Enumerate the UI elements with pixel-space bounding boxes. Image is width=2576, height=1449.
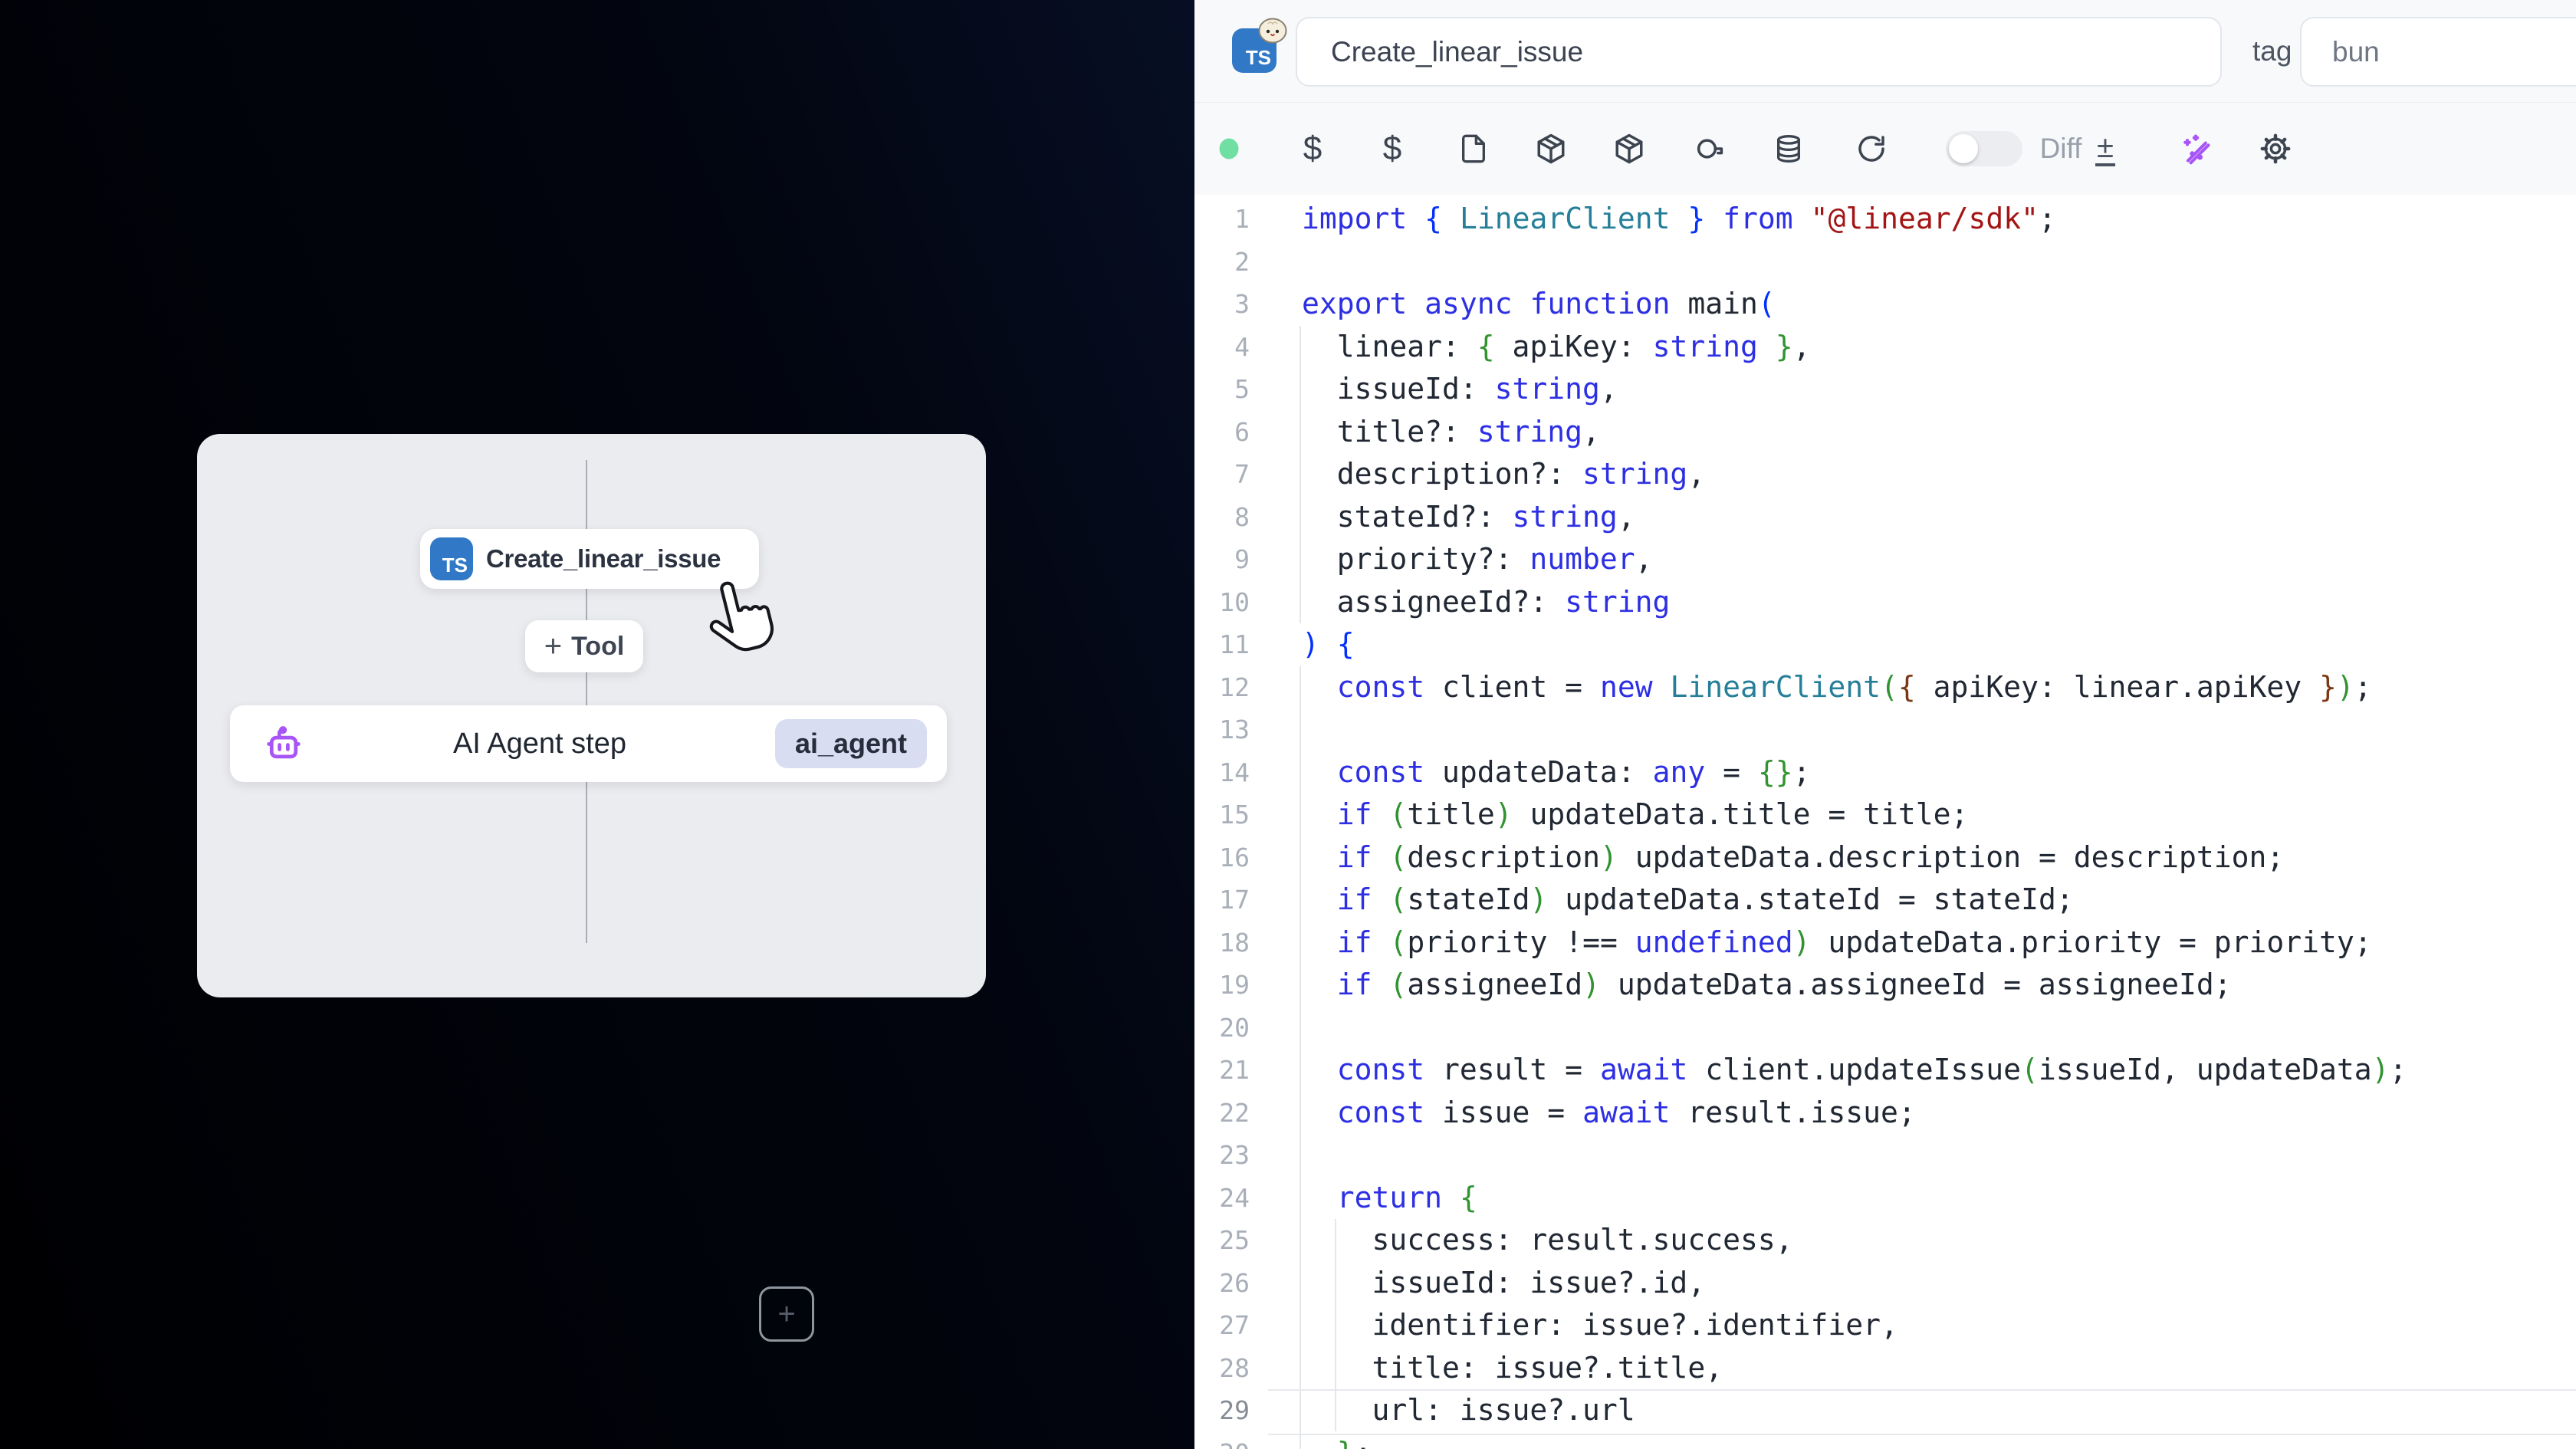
- workflow-canvas-card: TS Create_linear_issue + Tool AI Agent s…: [197, 434, 986, 997]
- code-line: 16 if (description) updateData.descripti…: [1194, 836, 2576, 879]
- code-line: 26 issueId: issue?.id,: [1194, 1262, 2576, 1305]
- script-editor-panel: TS tag $ $: [1194, 0, 2576, 1449]
- code-line: 8 stateId?: string,: [1194, 496, 2576, 539]
- line-number: 4: [1194, 326, 1250, 369]
- flow-node-label: Create_linear_issue: [486, 544, 721, 573]
- line-number: 27: [1194, 1304, 1250, 1347]
- line-number: 24: [1194, 1177, 1250, 1220]
- editor-toolbar: $ $: [1194, 103, 2576, 195]
- line-number: 11: [1194, 623, 1250, 666]
- agent-id-badge: ai_agent: [775, 719, 927, 768]
- code-line: 24 return {: [1194, 1177, 2576, 1220]
- line-number: 8: [1194, 496, 1250, 539]
- database-icon[interactable]: [1773, 133, 1804, 165]
- code-line: 2: [1194, 241, 2576, 284]
- plus-minus-icon[interactable]: ±: [2095, 131, 2115, 166]
- ai-wand-icon[interactable]: [2179, 132, 2213, 166]
- status-dot: [1220, 139, 1239, 159]
- agent-step-label: AI Agent step: [304, 728, 775, 761]
- code-line: 28 title: issue?.title,: [1194, 1347, 2576, 1390]
- line-number: 2: [1194, 241, 1250, 284]
- settings-gear-icon[interactable]: [2259, 133, 2292, 165]
- code-line: 5 issueId: string,: [1194, 368, 2576, 411]
- line-number: 26: [1194, 1262, 1250, 1305]
- plus-icon: +: [544, 631, 562, 662]
- code-line: 6 title?: string,: [1194, 411, 2576, 454]
- toggle-knob: [1949, 134, 1978, 163]
- line-number: 17: [1194, 879, 1250, 922]
- line-number: 21: [1194, 1049, 1250, 1092]
- robot-icon: [263, 723, 304, 764]
- add-tool-button[interactable]: + Tool: [525, 620, 643, 672]
- line-number: 10: [1194, 581, 1250, 624]
- diff-label: Diff: [2040, 133, 2082, 165]
- diff-toggle[interactable]: [1946, 131, 2022, 166]
- dollar-variable-icon-2[interactable]: $: [1383, 132, 1401, 166]
- code-lines: 1import { LinearClient } from "@linear/s…: [1194, 198, 2576, 1449]
- code-line: 15 if (title) updateData.title = title;: [1194, 794, 2576, 836]
- code-line: 20: [1194, 1007, 2576, 1050]
- line-number: 12: [1194, 666, 1250, 709]
- line-number: 3: [1194, 283, 1250, 326]
- code-line: 27 identifier: issue?.identifier,: [1194, 1304, 2576, 1347]
- package-icon-2[interactable]: [1613, 133, 1645, 165]
- bun-logo-icon: [1258, 18, 1287, 44]
- line-number: 9: [1194, 538, 1250, 581]
- editor-header: TS tag: [1194, 0, 2576, 103]
- code-line: 9 priority?: number,: [1194, 538, 2576, 581]
- code-line: 30 };: [1194, 1432, 2576, 1449]
- flow-node-create-linear-issue[interactable]: TS Create_linear_issue: [420, 529, 759, 589]
- code-line: 23: [1194, 1134, 2576, 1177]
- line-number: 5: [1194, 368, 1250, 411]
- typescript-icon: TS: [430, 537, 473, 580]
- code-line: 4 linear: { apiKey: string },: [1194, 326, 2576, 369]
- dollar-variable-icon[interactable]: $: [1303, 132, 1322, 166]
- line-number: 20: [1194, 1007, 1250, 1050]
- app-background: TS Create_linear_issue + Tool AI Agent s…: [0, 0, 2576, 1449]
- tag-input[interactable]: [2300, 17, 2576, 87]
- package-icon[interactable]: [1535, 133, 1567, 165]
- code-line: 29 url: issue?.url: [1194, 1389, 2576, 1432]
- code-line: 11) {: [1194, 623, 2576, 666]
- code-line: 22 const issue = await result.issue;: [1194, 1092, 2576, 1135]
- code-line: 7 description?: string,: [1194, 453, 2576, 496]
- script-name-input[interactable]: [1296, 17, 2222, 87]
- line-number: 29: [1194, 1389, 1250, 1432]
- code-line: 21 const result = await client.updateIss…: [1194, 1049, 2576, 1092]
- line-number: 14: [1194, 751, 1250, 794]
- line-number: 25: [1194, 1219, 1250, 1262]
- tag-label: tag: [2252, 0, 2292, 102]
- code-editor[interactable]: 1import { LinearClient } from "@linear/s…: [1194, 195, 2576, 1449]
- line-number: 30: [1194, 1432, 1250, 1449]
- code-line: 13: [1194, 708, 2576, 751]
- refresh-icon[interactable]: [1856, 133, 1887, 164]
- line-number: 1: [1194, 198, 1250, 241]
- code-line: 18 if (priority !== undefined) updateDat…: [1194, 922, 2576, 964]
- flow-node-ai-agent-step[interactable]: AI Agent step ai_agent: [230, 705, 947, 782]
- key-icon[interactable]: [1694, 133, 1726, 165]
- line-number: 15: [1194, 794, 1250, 836]
- line-number: 7: [1194, 453, 1250, 496]
- line-number: 18: [1194, 922, 1250, 964]
- line-number: 16: [1194, 836, 1250, 879]
- typescript-bun-icon: TS: [1232, 28, 1276, 73]
- code-line: 10 assigneeId?: string: [1194, 581, 2576, 624]
- code-line: 25 success: result.success,: [1194, 1219, 2576, 1262]
- code-line: 17 if (stateId) updateData.stateId = sta…: [1194, 879, 2576, 922]
- code-line: 14 const updateData: any = {};: [1194, 751, 2576, 794]
- line-number: 6: [1194, 411, 1250, 454]
- code-line: 3export async function main(: [1194, 283, 2576, 326]
- line-number: 22: [1194, 1092, 1250, 1135]
- file-icon[interactable]: [1458, 133, 1489, 164]
- code-line: 12 const client = new LinearClient({ api…: [1194, 666, 2576, 709]
- line-number: 19: [1194, 964, 1250, 1007]
- line-number: 23: [1194, 1134, 1250, 1177]
- line-number: 13: [1194, 708, 1250, 751]
- code-line: 19 if (assigneeId) updateData.assigneeId…: [1194, 964, 2576, 1007]
- add-step-button[interactable]: +: [759, 1286, 814, 1342]
- code-line: 1import { LinearClient } from "@linear/s…: [1194, 198, 2576, 241]
- line-number: 28: [1194, 1347, 1250, 1390]
